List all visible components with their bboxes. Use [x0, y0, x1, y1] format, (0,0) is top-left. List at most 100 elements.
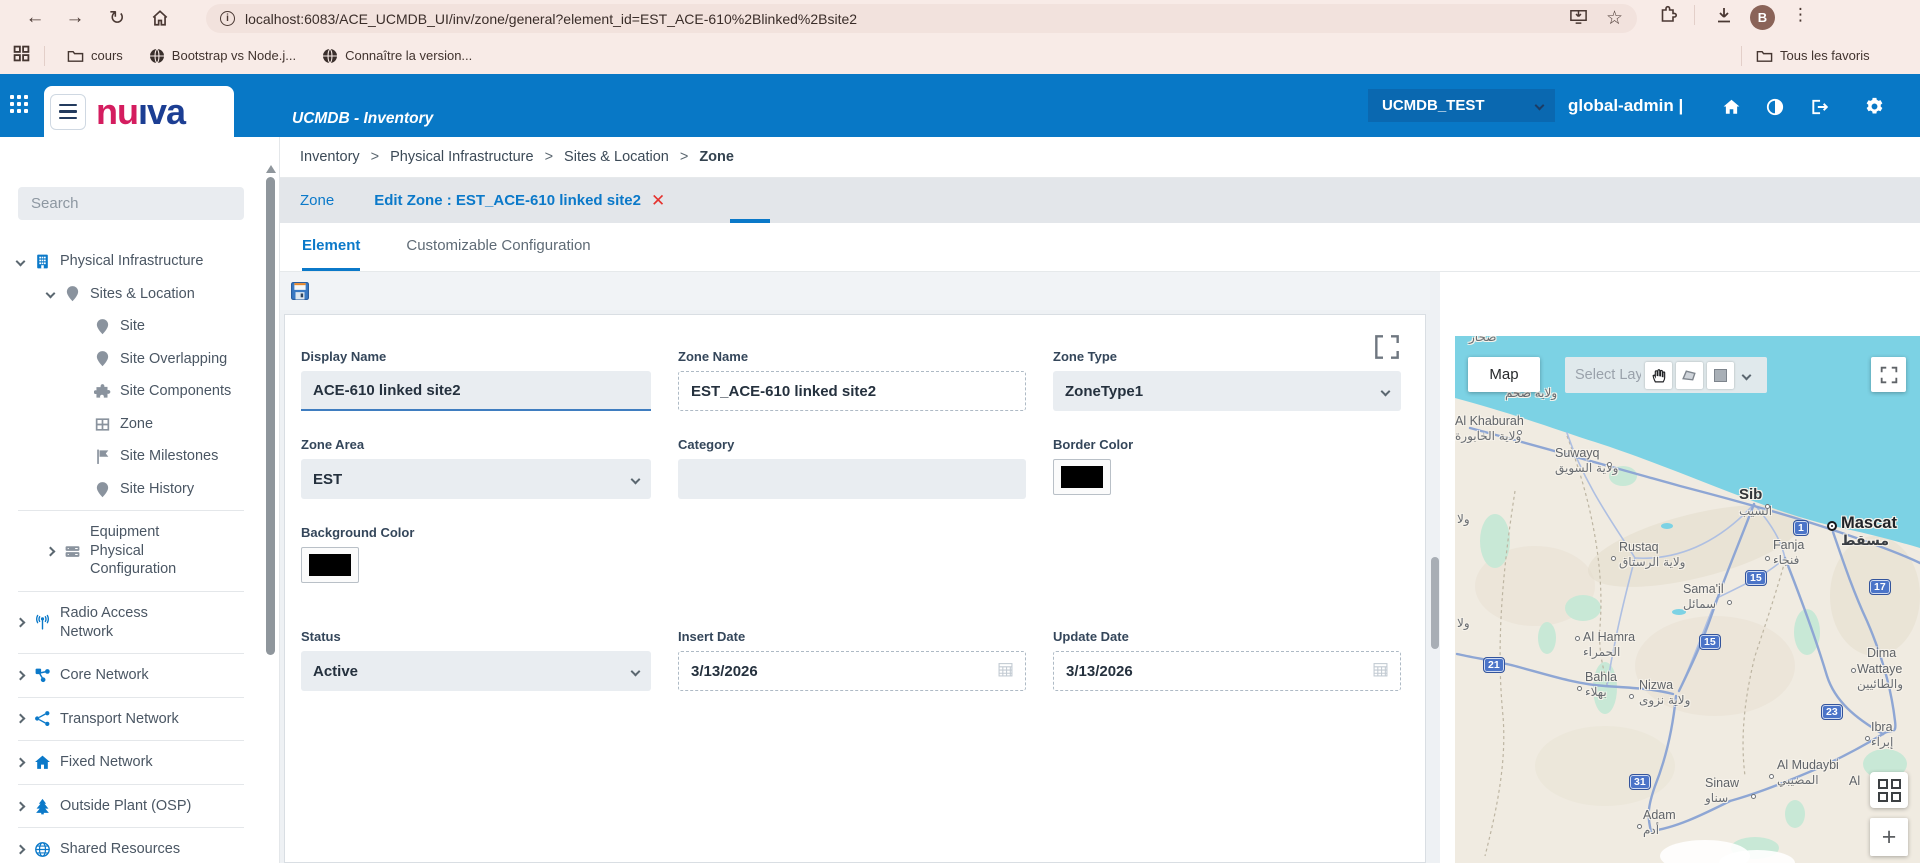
url-text: localhost:6083/ACE_UCMDB_UI/inv/zone/gen…: [245, 11, 1551, 27]
draw-polygon-icon[interactable]: [1676, 362, 1703, 389]
chevron-right-icon[interactable]: [15, 670, 25, 680]
search-input[interactable]: [18, 187, 244, 220]
background-color-swatch[interactable]: [301, 547, 359, 583]
tab-customizable-configuration[interactable]: Customizable Configuration: [406, 223, 590, 271]
forward-icon[interactable]: →: [62, 5, 88, 31]
apps-grid-icon[interactable]: [13, 45, 30, 67]
all-bookmarks[interactable]: Tous les favoris: [1756, 48, 1870, 63]
breadcrumb-item[interactable]: Physical Infrastructure: [390, 149, 533, 165]
logout-icon[interactable]: [1810, 98, 1829, 121]
scrollbar-thumb[interactable]: [266, 177, 275, 655]
map-fullscreen-icon[interactable]: [1871, 357, 1906, 392]
sidebar-item-radio-access-network[interactable]: Radio Access Network: [0, 597, 262, 648]
chevron-right-icon[interactable]: [45, 546, 55, 556]
chevron-down-icon[interactable]: [45, 289, 55, 299]
sidebar-item-site[interactable]: Site: [0, 310, 262, 343]
map-town-marker: [1607, 462, 1612, 467]
home-icon[interactable]: [1722, 98, 1741, 121]
background-color-field: Background Color: [301, 525, 651, 583]
calendar-icon[interactable]: [998, 662, 1013, 681]
home-icon[interactable]: [147, 5, 173, 31]
install-app-icon[interactable]: [1569, 7, 1588, 31]
url-bar[interactable]: i localhost:6083/ACE_UCMDB_UI/inv/zone/g…: [206, 4, 1637, 33]
menu-hamburger-icon[interactable]: [50, 94, 86, 130]
sidebar-item-equipment-physical-configuration[interactable]: Equipment Physical Configuration: [0, 516, 262, 586]
map-canvas[interactable]: صحارولاية صحمAl Khaburahولاية الخابورةSu…: [1455, 336, 1920, 863]
divider: [18, 827, 244, 828]
tab-edit-zone[interactable]: Edit Zone : EST_ACE-610 linked site2 ✕: [374, 192, 665, 209]
sidebar-item-site-milestones[interactable]: Site Milestones: [0, 440, 262, 473]
browser-profile-avatar[interactable]: B: [1750, 5, 1775, 30]
globe-favicon-icon: [149, 48, 165, 64]
bookmark-bootstrap[interactable]: Bootstrap vs Node.j...: [149, 48, 296, 64]
chevron-right-icon[interactable]: [15, 801, 25, 811]
chevron-right-icon[interactable]: [15, 845, 25, 855]
downloads-icon[interactable]: [1714, 5, 1734, 25]
border-color-swatch[interactable]: [1053, 459, 1111, 495]
sidebar-item-physical-infrastructure[interactable]: Physical Infrastructure: [0, 245, 262, 278]
insert-date-input[interactable]: 3/13/2026: [678, 651, 1026, 691]
sidebar-item-label: Outside Plant (OSP): [60, 797, 191, 816]
close-tab-icon[interactable]: ✕: [651, 192, 665, 209]
save-button[interactable]: [289, 280, 311, 302]
expand-fullscreen-icon[interactable]: [1371, 331, 1403, 368]
chevron-down-icon[interactable]: [15, 256, 25, 266]
tab-element[interactable]: Element: [302, 223, 360, 271]
tenant-selector[interactable]: UCMDB_TEST: [1368, 89, 1555, 122]
settings-gear-icon[interactable]: [1864, 96, 1885, 122]
reload-icon[interactable]: ↻: [104, 5, 130, 31]
chevron-right-icon[interactable]: [15, 618, 25, 628]
zoom-in-button[interactable]: +: [1870, 818, 1908, 856]
map-label-sama-il: Sama'ilسمائل: [1683, 582, 1724, 611]
update-date-label: Update Date: [1053, 629, 1401, 644]
zone-name-input[interactable]: EST_ACE-610 linked site2: [678, 371, 1026, 411]
chevron-right-icon[interactable]: [15, 714, 25, 724]
draw-rectangle-icon[interactable]: [1707, 362, 1734, 389]
bookmark-connaitre[interactable]: Connaître la version...: [322, 48, 472, 64]
sidebar-item-zone[interactable]: Zone: [0, 408, 262, 441]
update-date-input[interactable]: 3/13/2026: [1053, 651, 1401, 691]
sidebar-item-transport-network[interactable]: Transport Network: [0, 703, 262, 736]
sidebar: Physical InfrastructureSites & LocationS…: [0, 137, 280, 863]
breadcrumb-item[interactable]: Sites & Location: [564, 149, 669, 165]
sidebar-item-core-network[interactable]: Core Network: [0, 659, 262, 692]
app-launcher-grid-icon[interactable]: [10, 95, 28, 113]
display-name-input[interactable]: ACE-610 linked site2: [301, 371, 651, 411]
chevron-right-icon[interactable]: [15, 758, 25, 768]
sidebar-item-shared-resources[interactable]: Shared Resources: [0, 833, 262, 863]
layer-select-dropdown[interactable]: Select Lay: [1575, 367, 1641, 383]
scroll-up-arrow-icon[interactable]: [266, 165, 276, 173]
sidebar-item-sites-location[interactable]: Sites & Location: [0, 278, 262, 311]
status-input[interactable]: Active: [301, 651, 651, 691]
sidebar-item-outside-plant-osp[interactable]: Outside Plant (OSP): [0, 790, 262, 823]
tab-zone[interactable]: Zone: [300, 192, 334, 209]
zone-type-input[interactable]: ZoneType1: [1053, 371, 1401, 411]
map-town-marker: [1611, 556, 1616, 561]
sidebar-item-fixed-network[interactable]: Fixed Network: [0, 746, 262, 779]
sidebar-item-site-components[interactable]: Site Components: [0, 375, 262, 408]
back-icon[interactable]: ←: [22, 5, 48, 31]
pin-icon: [64, 285, 82, 303]
pan-hand-icon[interactable]: [1645, 362, 1672, 389]
sidebar-item-site-history[interactable]: Site History: [0, 473, 262, 506]
chevron-down-icon[interactable]: [1742, 370, 1752, 380]
scrollbar-thumb[interactable]: [1431, 557, 1439, 649]
sidebar-item-site-overlapping[interactable]: Site Overlapping: [0, 343, 262, 376]
contrast-icon[interactable]: [1766, 98, 1784, 121]
bookmark-star-icon[interactable]: ☆: [1606, 7, 1623, 30]
map-inset-grid-icon[interactable]: [1870, 772, 1908, 808]
extensions-icon[interactable]: [1658, 5, 1678, 25]
category-input[interactable]: [678, 459, 1026, 499]
map-type-button[interactable]: Map: [1468, 357, 1540, 392]
breadcrumb-item[interactable]: Inventory: [300, 149, 360, 165]
site-info-icon[interactable]: i: [220, 11, 235, 26]
browser-menu-icon[interactable]: ⋮: [1792, 5, 1809, 25]
content-scrollbar[interactable]: [1430, 272, 1440, 863]
background-color-label: Background Color: [301, 525, 651, 540]
calendar-icon[interactable]: [1373, 662, 1388, 681]
sidebar-scrollbar[interactable]: [265, 165, 276, 861]
zone-area-input[interactable]: EST: [301, 459, 651, 499]
update-date-value: 3/13/2026: [1066, 663, 1133, 680]
status-value: Active: [313, 663, 358, 680]
bookmark-folder-cours[interactable]: cours: [67, 48, 123, 63]
